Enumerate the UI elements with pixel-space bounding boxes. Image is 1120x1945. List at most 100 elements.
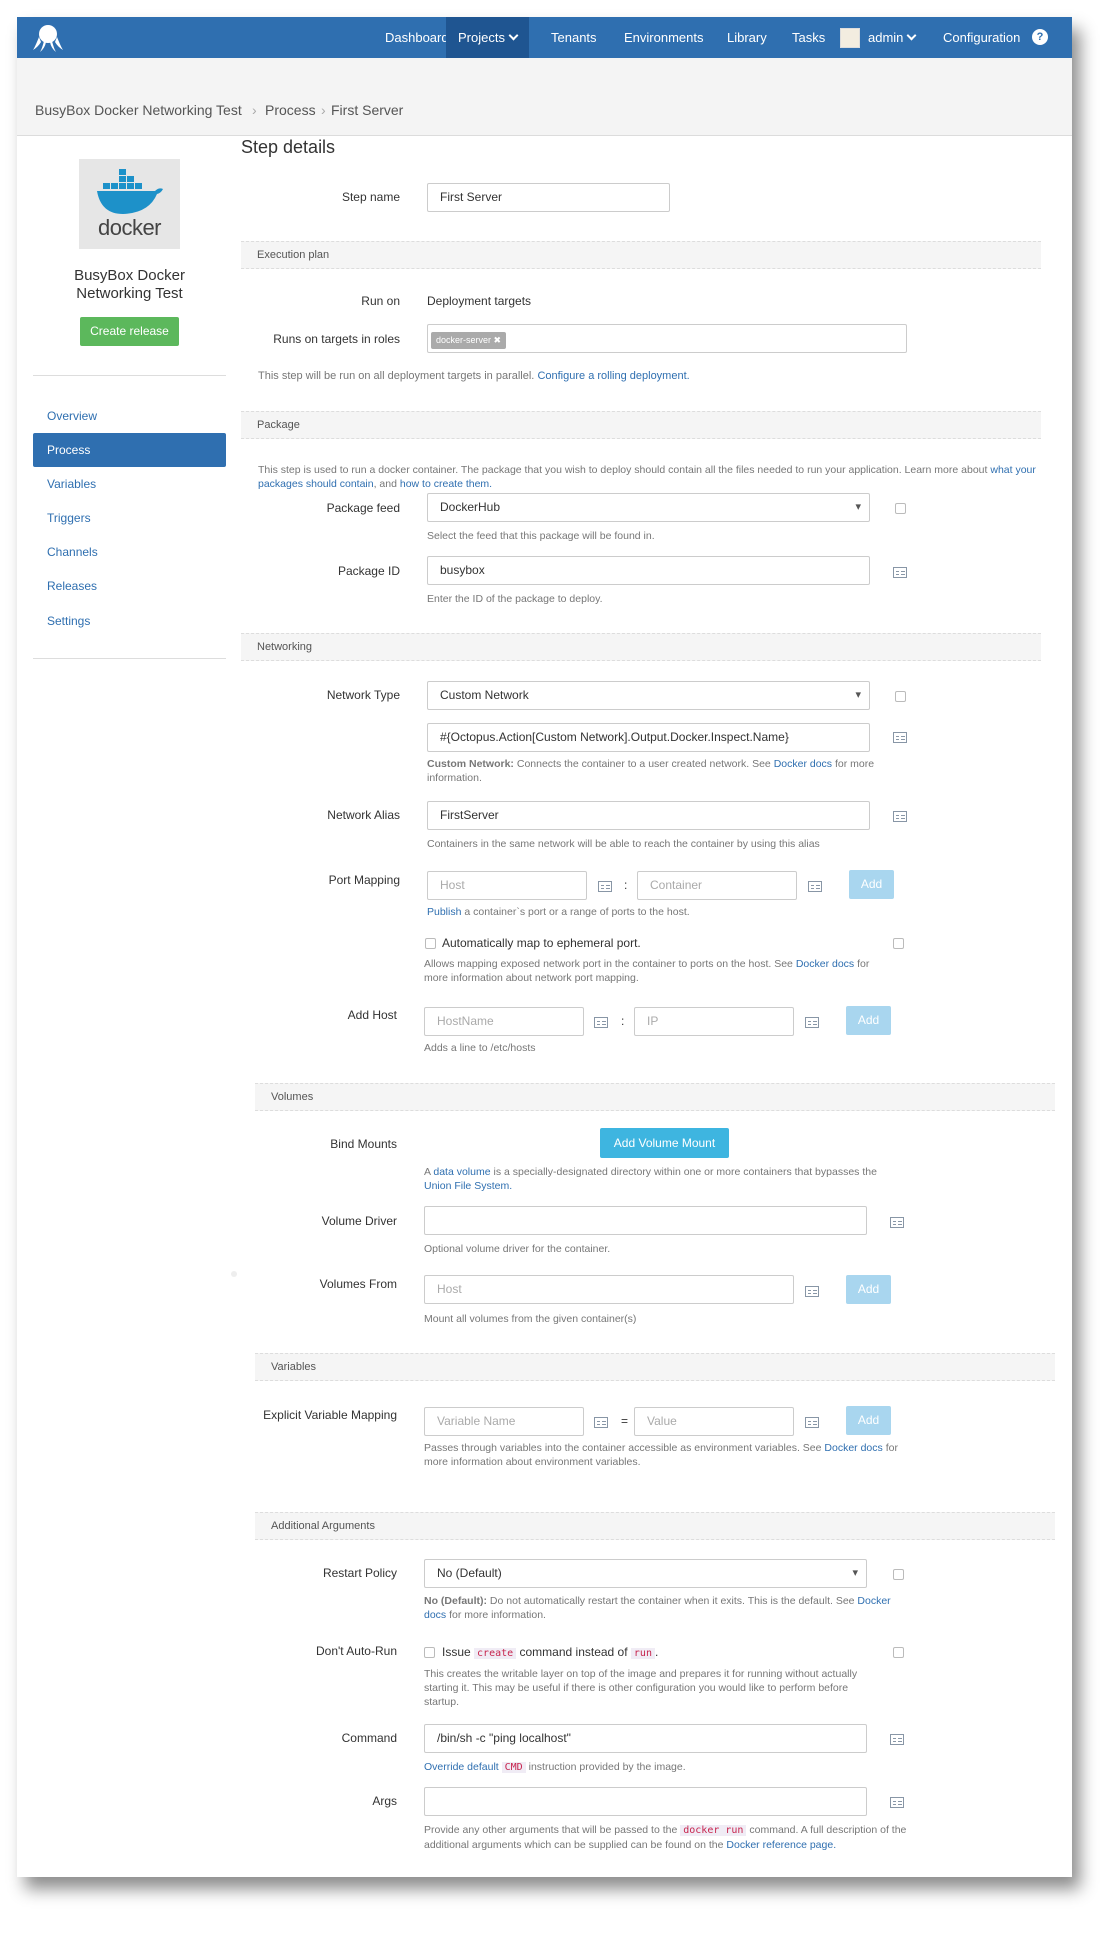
bind-mounts-help: A data volume is a specially-designated …	[424, 1165, 904, 1193]
variable-icon[interactable]	[890, 1734, 904, 1745]
restart-help-bold: No (Default):	[424, 1595, 487, 1607]
close-icon[interactable]: ✖	[494, 335, 502, 345]
package-id-input[interactable]: busybox	[427, 556, 870, 585]
network-type-select[interactable]: Custom Network	[427, 681, 870, 710]
network-alias-input[interactable]: FirstServer	[427, 801, 870, 830]
command-input[interactable]: /bin/sh -c "ping localhost"	[424, 1724, 867, 1753]
variable-icon[interactable]	[594, 1417, 608, 1428]
resize-handle	[231, 1271, 237, 1277]
nav-projects[interactable]: Projects	[446, 17, 529, 58]
sidebar-item-triggers[interactable]: Triggers	[33, 501, 226, 535]
package-feed-label: Package feed	[326, 501, 400, 515]
port-separator: :	[624, 878, 628, 892]
variable-icon[interactable]	[805, 1286, 819, 1297]
network-type-bind-checkbox[interactable]	[895, 691, 906, 702]
variable-name-input[interactable]: Variable Name	[424, 1407, 584, 1436]
data-volume-link[interactable]: data volume	[433, 1166, 490, 1178]
help-icon[interactable]: ?	[1032, 29, 1048, 45]
port-container-input[interactable]: Container	[637, 871, 797, 900]
publish-link[interactable]: Publish	[427, 906, 461, 918]
ephemeral-bind-checkbox[interactable]	[893, 938, 904, 949]
breadcrumb-project[interactable]: BusyBox Docker Networking Test	[35, 102, 242, 118]
add-port-button[interactable]: Add	[849, 870, 894, 899]
nav-library[interactable]: Library	[715, 17, 779, 58]
breadcrumb-separator: ›	[321, 102, 326, 118]
role-tag[interactable]: docker-server ✖	[431, 332, 507, 349]
docker-docs-link[interactable]: Docker docs	[824, 1442, 882, 1454]
sidebar-item-channels[interactable]: Channels	[33, 535, 226, 569]
sidebar-divider	[33, 658, 226, 659]
args-help-text-1: Provide any other arguments that will be…	[424, 1824, 678, 1836]
volume-driver-help: Optional volume driver for the container…	[424, 1243, 611, 1255]
add-volume-mount-button[interactable]: Add Volume Mount	[600, 1128, 729, 1158]
section-additional-arguments: Additional Arguments	[255, 1512, 1055, 1540]
variable-icon[interactable]	[594, 1017, 608, 1028]
restart-policy-bind-checkbox[interactable]	[893, 1569, 904, 1580]
variable-equals: =	[621, 1414, 629, 1428]
restart-policy-label: Restart Policy	[322, 1566, 397, 1580]
ephemeral-port-label: Automatically map to ephemeral port.	[442, 936, 641, 950]
variable-icon[interactable]	[893, 811, 907, 822]
variable-mapping-label: Explicit Variable Mapping	[263, 1408, 397, 1422]
variable-value-input[interactable]: Value	[634, 1407, 794, 1436]
variable-icon[interactable]	[805, 1017, 819, 1028]
variable-icon[interactable]	[893, 567, 907, 578]
volumes-from-input[interactable]: Host	[424, 1275, 794, 1304]
args-input[interactable]	[424, 1787, 867, 1816]
bind-help-a: A	[424, 1166, 431, 1178]
package-feed-help: Select the feed that this package will b…	[427, 530, 655, 542]
nav-configuration[interactable]: Configuration	[931, 17, 1032, 58]
package-feed-select[interactable]: DockerHub	[427, 493, 870, 522]
custom-network-help: Custom Network: Connects the container t…	[427, 757, 887, 785]
breadcrumb-process[interactable]: Process	[265, 102, 316, 118]
step-name-input[interactable]: First Server	[427, 183, 670, 212]
variable-icon[interactable]	[598, 881, 612, 892]
volume-driver-input[interactable]	[424, 1206, 867, 1235]
add-variable-button[interactable]: Add	[846, 1406, 891, 1435]
octopus-logo-icon[interactable]	[31, 23, 65, 53]
autorun-code-run: run	[630, 1648, 655, 1659]
variable-help-text: Passes through variables into the contai…	[424, 1442, 822, 1454]
union-file-system-link[interactable]: Union File System.	[424, 1180, 512, 1192]
docker-docs-link[interactable]: Docker docs	[774, 758, 832, 770]
hostname-input[interactable]: HostName	[424, 1007, 584, 1036]
add-host-button[interactable]: Add	[846, 1006, 891, 1035]
nav-tenants[interactable]: Tenants	[539, 17, 609, 58]
docker-whale-icon	[97, 169, 163, 214]
override-cmd-link[interactable]: Override default	[424, 1761, 499, 1773]
sidebar-item-releases[interactable]: Releases	[33, 569, 226, 603]
sidebar-divider	[33, 375, 226, 376]
nav-environments[interactable]: Environments	[612, 17, 715, 58]
ip-input[interactable]: IP	[634, 1007, 794, 1036]
nav-user-menu[interactable]: admin	[828, 17, 927, 58]
variable-icon[interactable]	[805, 1417, 819, 1428]
variable-icon[interactable]	[808, 881, 822, 892]
variable-icon[interactable]	[890, 1797, 904, 1808]
create-release-button[interactable]: Create release	[80, 317, 179, 346]
port-host-input[interactable]: Host	[427, 871, 587, 900]
variable-icon[interactable]	[890, 1217, 904, 1228]
restart-help-text: Do not automatically restart the contain…	[489, 1595, 855, 1607]
custom-network-input[interactable]: #{Octopus.Action[Custom Network].Output.…	[427, 723, 870, 752]
package-feed-bind-checkbox[interactable]	[895, 503, 906, 514]
nav-projects-label: Projects	[458, 30, 505, 45]
dont-auto-run-bind-checkbox[interactable]	[893, 1647, 904, 1658]
variable-icon[interactable]	[893, 732, 907, 743]
ephemeral-port-checkbox[interactable]	[425, 938, 436, 949]
sidebar-item-overview[interactable]: Overview	[33, 399, 226, 433]
sidebar-item-variables[interactable]: Variables	[33, 467, 226, 501]
restart-policy-select[interactable]: No (Default)	[424, 1559, 867, 1588]
sidebar-item-process[interactable]: Process	[33, 433, 226, 467]
create-package-link[interactable]: how to create them.	[400, 478, 492, 490]
dont-auto-run-checkbox[interactable]	[424, 1647, 435, 1658]
autorun-text-2: command instead of	[519, 1645, 628, 1659]
docker-reference-link[interactable]: Docker reference page.	[726, 1839, 836, 1851]
roles-label: Runs on targets in roles	[273, 332, 400, 346]
add-volumes-from-button[interactable]: Add	[846, 1275, 891, 1304]
section-variables: Variables	[255, 1353, 1055, 1381]
sidebar-item-settings[interactable]: Settings	[33, 604, 226, 638]
docker-docs-link[interactable]: Docker docs	[796, 958, 854, 970]
rolling-deployment-link[interactable]: Configure a rolling deployment.	[537, 370, 689, 382]
dont-auto-run-text: Issue create command instead of run.	[442, 1645, 658, 1659]
breadcrumb-separator: ›	[252, 102, 257, 118]
